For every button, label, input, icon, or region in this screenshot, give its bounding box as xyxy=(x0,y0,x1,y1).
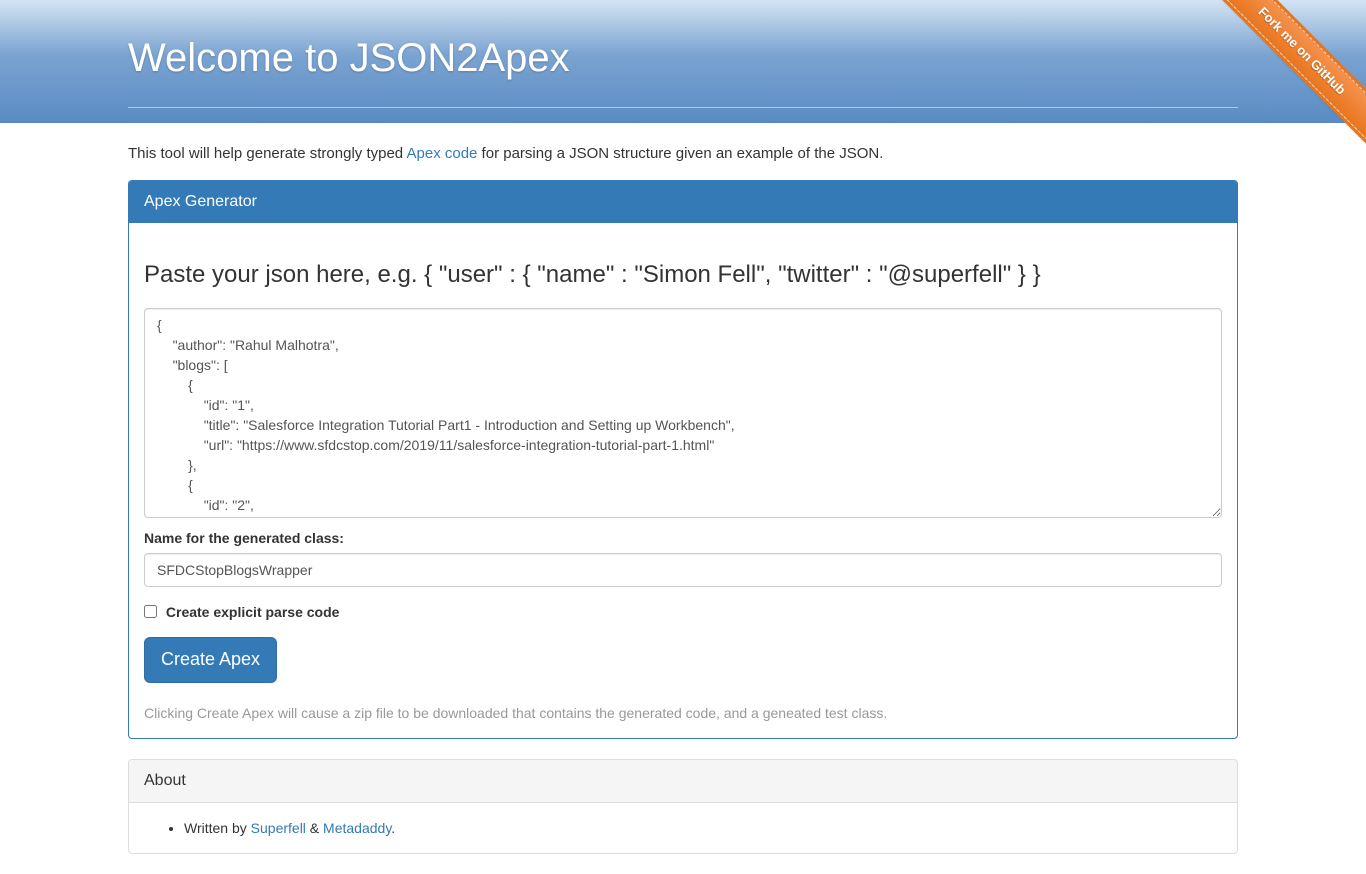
written-by-prefix: Written by xyxy=(184,820,251,836)
about-written-by: Written by Superfell & Metadaddy. xyxy=(184,818,1222,838)
explicit-parse-checkbox[interactable] xyxy=(144,605,157,618)
header-banner: Welcome to JSON2Apex xyxy=(0,0,1366,123)
help-text: Clicking Create Apex will cause a zip fi… xyxy=(144,703,1222,723)
page-title: Welcome to JSON2Apex xyxy=(128,30,1238,108)
about-suffix: . xyxy=(391,820,395,836)
class-name-label: Name for the generated class: xyxy=(144,528,1222,548)
superfell-link[interactable]: Superfell xyxy=(251,820,306,836)
intro-before: This tool will help generate strongly ty… xyxy=(128,145,407,162)
about-panel: About Written by Superfell & Metadaddy. xyxy=(128,759,1238,855)
github-fork-ribbon[interactable]: Fork me on GitHub xyxy=(1216,0,1366,150)
intro-after: for parsing a JSON structure given an ex… xyxy=(477,145,883,162)
apex-generator-panel: Apex Generator Paste your json here, e.g… xyxy=(128,180,1238,739)
form-heading: Paste your json here, e.g. { "user" : { … xyxy=(144,258,1222,292)
class-name-input[interactable] xyxy=(144,553,1222,587)
panel-heading: Apex Generator xyxy=(129,181,1237,224)
author-separator: & xyxy=(306,820,323,836)
about-heading: About xyxy=(129,760,1237,804)
create-apex-button[interactable]: Create Apex xyxy=(144,637,277,683)
explicit-parse-checkbox-label[interactable]: Create explicit parse code xyxy=(144,602,1222,622)
github-ribbon-label: Fork me on GitHub xyxy=(1216,0,1366,140)
json-input-textarea[interactable]: { "author": "Rahul Malhotra", "blogs": [… xyxy=(144,308,1222,518)
metadaddy-link[interactable]: Metadaddy xyxy=(323,820,391,836)
checkbox-text: Create explicit parse code xyxy=(166,604,340,620)
intro-text: This tool will help generate strongly ty… xyxy=(128,123,1238,179)
apex-code-link[interactable]: Apex code xyxy=(407,145,478,162)
